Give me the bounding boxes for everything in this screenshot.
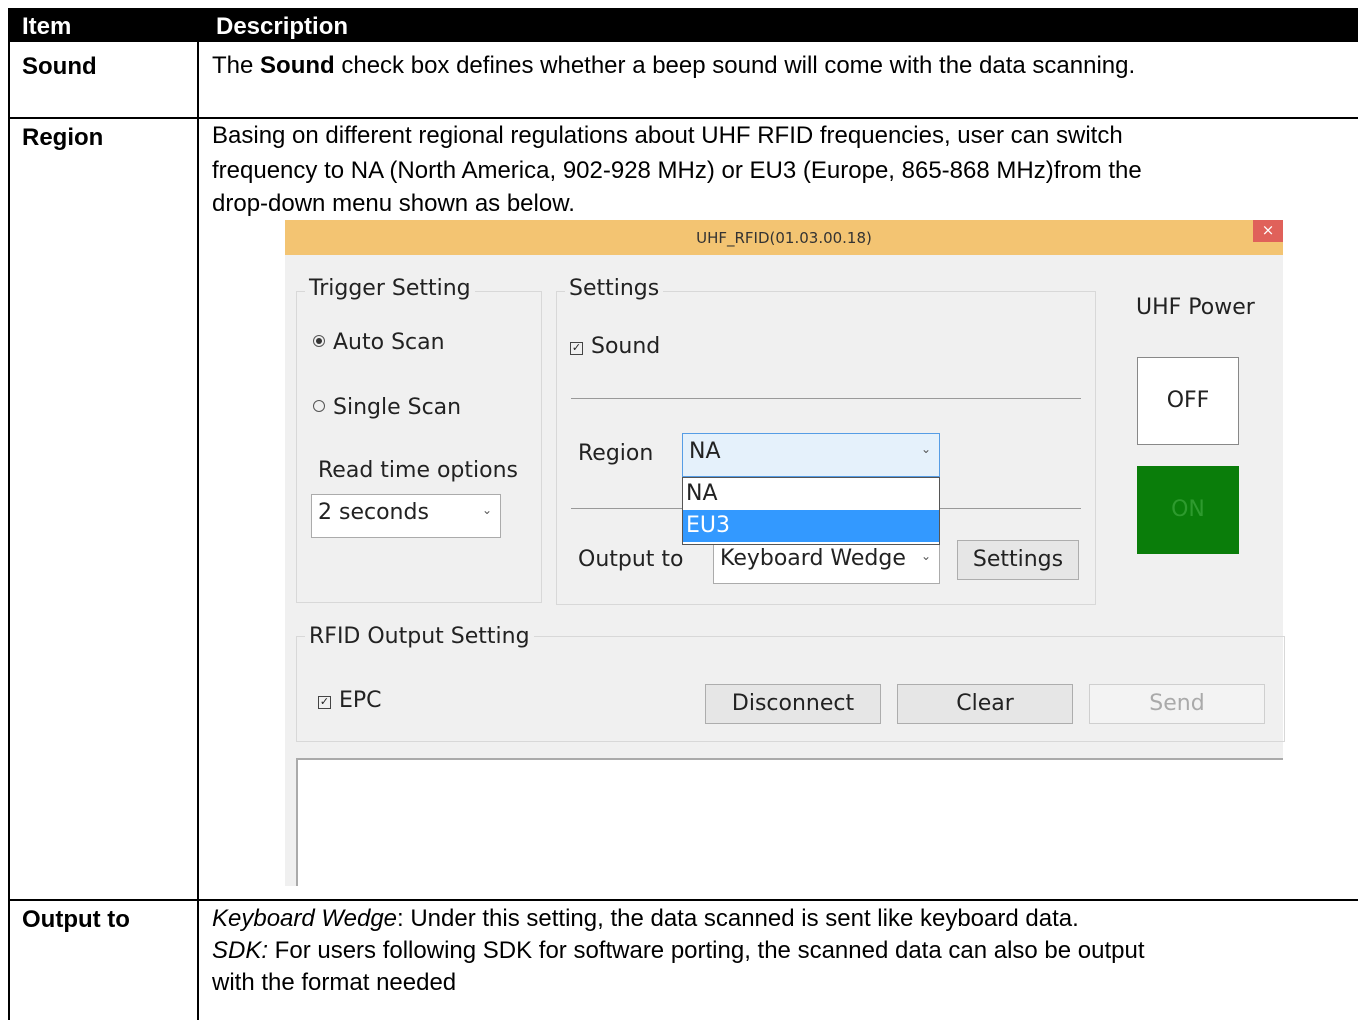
output-line2-italic: SDK: xyxy=(212,937,269,964)
region-text-line1: Basing on different regional regulations… xyxy=(212,122,1123,149)
single-scan-label: Single Scan xyxy=(333,395,462,420)
table-border-left-1 xyxy=(8,42,10,118)
auto-scan-label: Auto Scan xyxy=(333,330,445,355)
output-text-line1: Keyboard Wedge: Under this setting, the … xyxy=(212,903,1079,934)
uhf-rfid-dialog: UHF_RFID(01.03.00.18) × Trigger Setting … xyxy=(285,220,1285,886)
read-time-select[interactable]: 2 seconds ⌄ xyxy=(311,494,501,538)
checkbox-checked-icon: ✓ xyxy=(318,695,331,709)
sound-text-pre: The xyxy=(212,52,261,79)
epc-checkbox[interactable]: ✓ EPC xyxy=(318,688,382,713)
region-dropdown-list: NA EU3 xyxy=(682,477,940,545)
sound-checkbox-label: Sound xyxy=(591,334,661,359)
output-line2-rest: For users following SDK for software por… xyxy=(268,937,1145,964)
table-column-divider xyxy=(197,42,199,1020)
sound-text-post: check box defines whether a beep sound w… xyxy=(334,52,1136,79)
epc-checkbox-label: EPC xyxy=(339,688,382,713)
output-text-line2: SDK: For users following SDK for softwar… xyxy=(212,935,1145,966)
trigger-setting-label: Trigger Setting xyxy=(305,276,475,301)
region-option-na[interactable]: NA xyxy=(683,478,939,510)
read-time-value: 2 seconds xyxy=(318,500,429,525)
auto-scan-radio[interactable]: Auto Scan xyxy=(313,330,445,355)
radio-unselected-icon xyxy=(313,400,325,412)
power-on-button[interactable]: ON xyxy=(1137,466,1239,554)
table-border-left-3 xyxy=(8,810,10,1020)
table-row-divider-1 xyxy=(8,117,1358,119)
region-select[interactable]: NA ⌄ xyxy=(682,433,940,477)
sound-text-bold: Sound xyxy=(260,52,335,79)
rfid-output-label: RFID Output Setting xyxy=(305,624,534,649)
table-border-left-2 xyxy=(8,118,10,810)
region-value: NA xyxy=(689,439,721,464)
chevron-down-icon: ⌄ xyxy=(920,442,931,456)
dialog-title-bar: UHF_RFID(01.03.00.18) × xyxy=(285,220,1283,255)
output-line1-rest: : Under this setting, the data scanned i… xyxy=(397,905,1079,932)
single-scan-radio[interactable]: Single Scan xyxy=(313,395,461,420)
document-page: Item Description Sound The Sound check b… xyxy=(0,0,1358,1020)
settings-button[interactable]: Settings xyxy=(957,540,1079,580)
checkbox-checked-icon: ✓ xyxy=(570,341,583,355)
output-to-value: Keyboard Wedge xyxy=(720,546,906,571)
header-description: Description xyxy=(216,13,349,40)
read-time-label: Read time options xyxy=(318,458,518,483)
header-item: Item xyxy=(22,13,72,40)
row-label-sound: Sound xyxy=(22,53,97,80)
output-textarea[interactable] xyxy=(296,758,1283,886)
chevron-down-icon: ⌄ xyxy=(481,503,492,517)
output-text-line3: with the format needed xyxy=(212,969,457,996)
dialog-title: UHF_RFID(01.03.00.18) xyxy=(696,229,872,247)
clear-button[interactable]: Clear xyxy=(897,684,1073,724)
power-off-button[interactable]: OFF xyxy=(1137,357,1239,445)
output-line1-italic: Keyboard Wedge xyxy=(212,905,398,932)
table-row-divider-2 xyxy=(8,899,1358,901)
settings-label: Settings xyxy=(565,276,664,301)
send-button[interactable]: Send xyxy=(1089,684,1265,724)
disconnect-button[interactable]: Disconnect xyxy=(705,684,881,724)
output-to-select[interactable]: Keyboard Wedge ⌄ xyxy=(713,540,940,584)
close-button[interactable]: × xyxy=(1253,220,1283,242)
settings-separator-1 xyxy=(571,398,1081,399)
uhf-power-label: UHF Power xyxy=(1136,295,1255,320)
region-text-line2: frequency to NA (North America, 902-928 … xyxy=(212,157,1142,184)
table-header: Item Description xyxy=(8,8,1358,42)
row-label-output: Output to xyxy=(22,906,130,933)
chevron-down-icon: ⌄ xyxy=(920,549,931,563)
region-label: Region xyxy=(578,441,654,466)
sound-checkbox[interactable]: ✓ Sound xyxy=(570,334,660,359)
output-to-label: Output to xyxy=(578,547,684,572)
region-text-line3: drop-down menu shown as below. xyxy=(212,190,575,217)
radio-selected-icon xyxy=(313,335,325,347)
row-text-sound: The Sound check box defines whether a be… xyxy=(212,50,1135,81)
row-label-region: Region xyxy=(22,124,104,151)
region-option-eu3[interactable]: EU3 xyxy=(683,510,939,542)
